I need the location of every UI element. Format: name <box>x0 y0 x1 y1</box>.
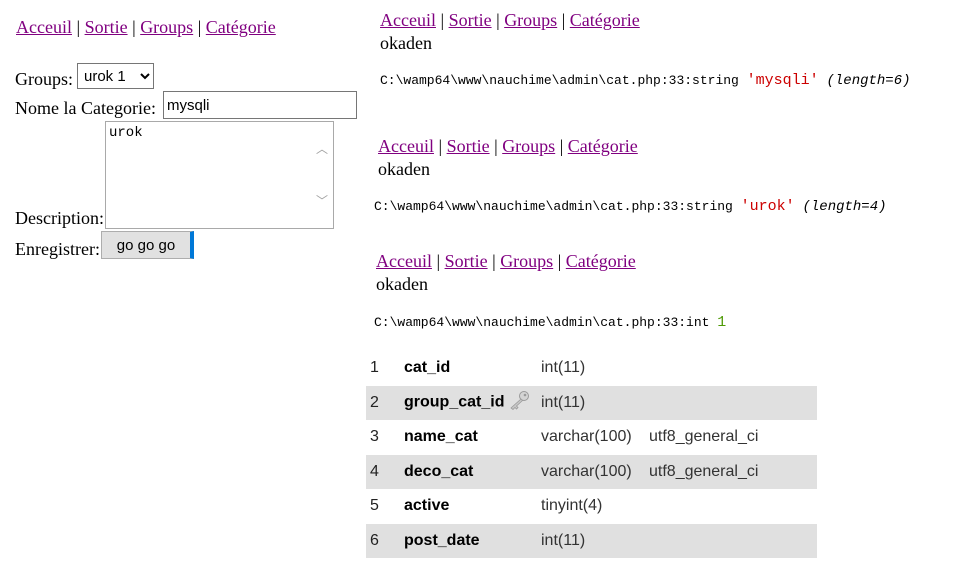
column-name: name_cat <box>404 428 478 446</box>
scroll-up-icon[interactable]: ︿ <box>315 140 329 156</box>
column-name: cat_id <box>404 359 451 377</box>
nav-separator: | <box>438 136 443 156</box>
var-dump-line: C:\wamp64\www\nauchime\admin\cat.php:33:… <box>374 198 887 215</box>
nav-separator: | <box>494 136 498 156</box>
table-row: 3 name_cat varchar(100) utf8_general_ci <box>366 420 817 455</box>
scroll-down-icon[interactable]: ﹀ <box>315 192 329 208</box>
column-collation: utf8_general_ci <box>649 454 817 489</box>
column-number: 3 <box>370 428 379 446</box>
nav-link-sortie[interactable]: Sortie <box>447 136 490 156</box>
nav-link-groups[interactable]: Groups <box>504 10 557 30</box>
table-row: 2 group_cat_id int(11) <box>366 385 817 420</box>
groups-label: Groups: <box>15 69 73 89</box>
var-dump-path: C:\wamp64\www\nauchime\admin\cat.php:33:… <box>374 315 710 330</box>
nav-bar-output-3: Acceuil | Sortie | Groups | Catégorie <box>376 251 636 272</box>
column-type: int(11) <box>541 385 649 420</box>
column-type: varchar(100) <box>541 428 632 446</box>
table-row: 5 active tinyint(4) <box>366 489 817 524</box>
nav-separator: | <box>559 136 564 156</box>
column-name: group_cat_id <box>404 393 505 411</box>
column-type: int(11) <box>541 523 649 558</box>
column-number: 6 <box>366 523 404 558</box>
var-dump-path: C:\wamp64\www\nauchime\admin\cat.php:33:… <box>380 73 739 88</box>
nav-bar-output-1: Acceuil | Sortie | Groups | Catégorie <box>380 10 640 31</box>
var-dump-length: (length=6) <box>826 73 911 89</box>
var-dump-int-value: 1 <box>717 314 727 331</box>
var-dump-string-value: 'mysqli' <box>746 72 819 89</box>
column-name: active <box>404 497 450 515</box>
nav-link-categorie[interactable]: Catégorie <box>566 251 636 271</box>
description-textarea[interactable]: urok <box>106 122 317 232</box>
table-row: 6 post_date int(11) <box>366 523 817 558</box>
nav-separator: | <box>132 17 136 37</box>
column-name-cell: group_cat_id <box>404 385 541 420</box>
var-dump-line: C:\wamp64\www\nauchime\admin\cat.php:33:… <box>380 72 911 89</box>
column-collation: utf8_general_ci <box>649 428 759 446</box>
description-label: Description: <box>15 208 104 228</box>
var-dump-length: (length=4) <box>802 199 887 215</box>
column-type: tinyint(4) <box>541 497 603 515</box>
column-collation <box>649 385 817 420</box>
nav-bar-main: Acceuil | Sortie | Groups | Catégorie <box>16 17 276 38</box>
column-type: int(11) <box>541 359 586 377</box>
nav-link-acceuil[interactable]: Acceuil <box>376 251 432 271</box>
var-dump-path: C:\wamp64\www\nauchime\admin\cat.php:33:… <box>374 199 733 214</box>
column-number: 5 <box>370 497 379 515</box>
nav-link-categorie[interactable]: Catégorie <box>570 10 640 30</box>
column-type: varchar(100) <box>541 454 649 489</box>
nav-separator: | <box>76 17 81 37</box>
nav-link-sortie[interactable]: Sortie <box>85 17 128 37</box>
nav-link-groups[interactable]: Groups <box>500 251 553 271</box>
nav-separator: | <box>440 10 445 30</box>
nav-separator: | <box>197 17 202 37</box>
var-dump-string-value: 'urok' <box>740 198 795 215</box>
column-collation <box>649 489 817 524</box>
category-name-input[interactable] <box>163 91 357 119</box>
table-row: 4 deco_cat varchar(100) utf8_general_ci <box>366 454 817 489</box>
var-dump-line: C:\wamp64\www\nauchime\admin\cat.php:33:… <box>374 314 726 331</box>
nav-separator: | <box>492 251 496 271</box>
column-name: deco_cat <box>404 454 541 489</box>
nav-separator: | <box>436 251 441 271</box>
nav-link-categorie[interactable]: Catégorie <box>206 17 276 37</box>
groups-select[interactable]: urok 1 <box>77 63 154 89</box>
nav-link-groups[interactable]: Groups <box>140 17 193 37</box>
okaden-text: okaden <box>380 33 432 53</box>
key-icon <box>508 390 530 415</box>
submit-button[interactable]: go go go <box>101 231 194 259</box>
column-collation <box>649 351 817 386</box>
column-number: 4 <box>366 454 404 489</box>
nav-link-acceuil[interactable]: Acceuil <box>378 136 434 156</box>
nav-link-sortie[interactable]: Sortie <box>449 10 492 30</box>
table-structure: 1 cat_id int(11) 2 group_cat_id int(11) … <box>366 351 817 558</box>
submit-label: Enregistrer: <box>15 239 100 259</box>
table-row: 1 cat_id int(11) <box>366 351 817 386</box>
nav-link-groups[interactable]: Groups <box>502 136 555 156</box>
nav-link-sortie[interactable]: Sortie <box>445 251 488 271</box>
name-label: Nome la Categorie: <box>15 98 156 118</box>
column-collation <box>649 523 817 558</box>
nav-separator: | <box>561 10 566 30</box>
nav-link-acceuil[interactable]: Acceuil <box>16 17 72 37</box>
nav-separator: | <box>557 251 562 271</box>
description-textarea-wrapper[interactable]: urok ︿ ﹀ <box>105 121 334 232</box>
column-number: 1 <box>370 359 379 377</box>
okaden-text: okaden <box>378 159 430 179</box>
nav-separator: | <box>496 10 500 30</box>
okaden-text: okaden <box>376 274 428 294</box>
nav-link-categorie[interactable]: Catégorie <box>568 136 638 156</box>
column-name: post_date <box>404 523 541 558</box>
nav-bar-output-2: Acceuil | Sortie | Groups | Catégorie <box>378 136 638 157</box>
nav-link-acceuil[interactable]: Acceuil <box>380 10 436 30</box>
column-number: 2 <box>366 385 404 420</box>
